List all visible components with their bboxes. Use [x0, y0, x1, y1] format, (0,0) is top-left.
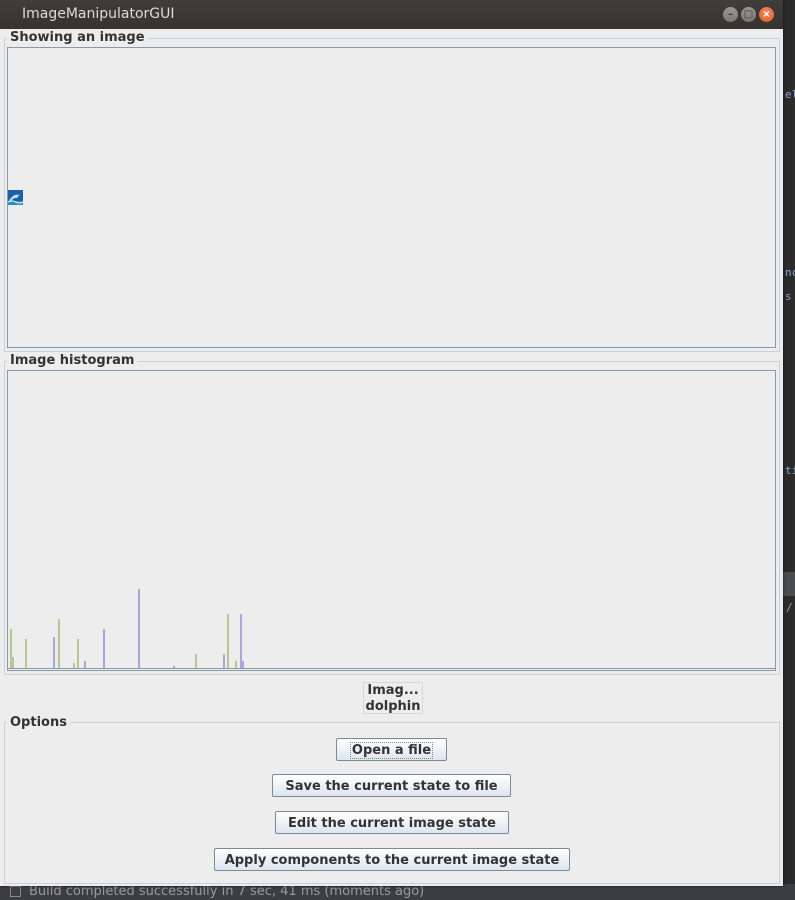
maximize-button[interactable]: □ — [741, 7, 756, 22]
dolphin-thumbnail-icon — [8, 190, 23, 205]
histogram-plot — [8, 371, 775, 669]
background-code-fragment: el. — [785, 88, 795, 101]
save-state-button[interactable]: Save the current state to file — [272, 774, 511, 797]
image-panel-title: Showing an image — [7, 30, 148, 45]
image-display-area — [7, 47, 776, 348]
background-code-fragment: / — [786, 601, 793, 614]
status-icon — [10, 886, 21, 897]
background-code-fragment: s — [785, 290, 792, 303]
image-name-label: Imag... dolphin — [363, 682, 423, 714]
options-panel-title: Options — [7, 715, 70, 730]
title-bar[interactable]: ImageManipulatorGUI – □ × — [0, 0, 783, 29]
window-title: ImageManipulatorGUI — [22, 6, 175, 22]
background-highlight — [783, 572, 795, 596]
edit-state-button[interactable]: Edit the current image state — [275, 811, 509, 834]
histogram-svg — [8, 589, 775, 669]
open-file-button[interactable]: Open a file — [336, 738, 447, 761]
background-code-fragment: nc — [785, 266, 795, 279]
background-code-fragment: ti — [785, 464, 795, 477]
background-ide — [783, 0, 795, 900]
histogram-panel-title: Image histogram — [7, 353, 138, 368]
app-window: ImageManipulatorGUI – □ × Showing an ima… — [0, 0, 783, 886]
image-name: dolphin — [365, 699, 421, 714]
close-button[interactable]: × — [759, 7, 774, 22]
image-name-truncated: Imag... — [367, 683, 419, 698]
apply-components-button[interactable]: Apply components to the current image st… — [214, 848, 570, 871]
background-status-bar: Build completed successfully in 7 sec, 4… — [0, 884, 795, 900]
minimize-button[interactable]: – — [723, 7, 738, 22]
background-status-text: Build completed successfully in 7 sec, 4… — [29, 884, 425, 899]
